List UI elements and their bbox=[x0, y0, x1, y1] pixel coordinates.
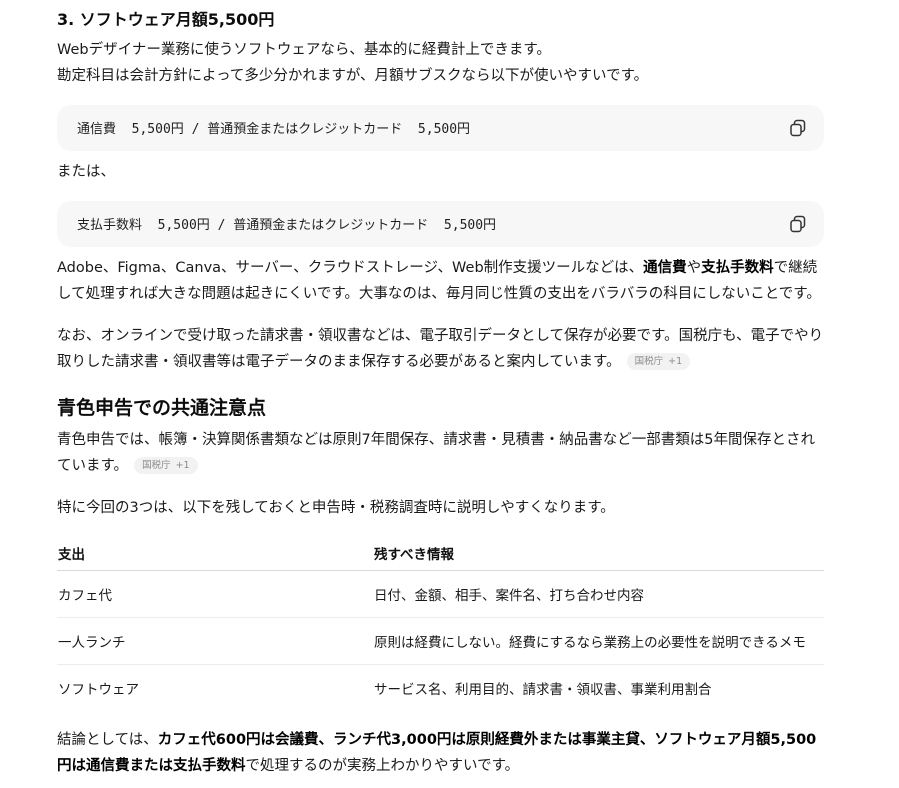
text-span: 結論としては、 bbox=[57, 732, 158, 748]
text-span: Adobe、Figma、Canva、サーバー、クラウドストレージ、Web制作支援… bbox=[57, 260, 644, 276]
source-badge-count: +1 bbox=[175, 460, 190, 471]
table-header-cell: 支出 bbox=[57, 535, 373, 571]
copy-icon[interactable] bbox=[788, 214, 808, 234]
or-text: または、 bbox=[57, 164, 115, 180]
software-explanation: Adobe、Figma、Canva、サーバー、クラウドストレージ、Web制作支援… bbox=[57, 255, 824, 307]
table-cell: ソフトウェア bbox=[58, 682, 139, 698]
bold-term: 支払手数料 bbox=[701, 260, 774, 276]
retention-note: 青色申告では、帳簿・決算関係書類などは原則7年間保存、請求書・見積書・納品書など… bbox=[57, 427, 824, 479]
source-badge-count: +1 bbox=[668, 356, 683, 367]
section-heading-software: 3. ソフトウェア月額5,500円 bbox=[57, 10, 275, 29]
bottom-fade bbox=[0, 772, 899, 788]
table-header-row: 支出 残すべき情報 bbox=[57, 535, 824, 571]
code-block-journal-1: 通信費 5,500円 / 普通預金またはクレジットカード 5,500円 bbox=[57, 105, 824, 151]
source-badge-label: 国税庁 bbox=[142, 460, 171, 471]
table-cell: サービス名、利用目的、請求書・領収書、事業利用割合 bbox=[374, 682, 712, 698]
table-header-cell: 残すべき情報 bbox=[373, 535, 824, 571]
copy-icon[interactable] bbox=[788, 118, 808, 138]
table-cell: 原則は経費にしない。経費にするなら業務上の必要性を説明できるメモ bbox=[373, 617, 824, 665]
table-row: 一人ランチ 原則は経費にしない。経費にするなら業務上の必要性を説明できるメモ bbox=[57, 617, 824, 665]
source-badge-label: 国税庁 bbox=[634, 356, 664, 367]
table-row: カフェ代 日付、金額、相手、案件名、打ち合わせ内容 bbox=[57, 570, 824, 618]
code-text-2: 支払手数料 5,500円 / 普通預金またはクレジットカード 5,500円 bbox=[77, 218, 497, 233]
software-intro-line2: 勘定科目は会計方針によって多少分かれますが、月額サブスクなら以下が使いやすいです… bbox=[57, 68, 649, 84]
records-table: 支出 残すべき情報 カフェ代 日付、金額、相手、案件名、打ち合わせ内容 一人ラン… bbox=[57, 535, 824, 711]
chat-response-page: 3. ソフトウェア月額5,500円 Webデザイナー業務に使うソフトウェアなら、… bbox=[0, 0, 899, 788]
section-heading-common: 青色申告での共通注意点 bbox=[57, 397, 267, 419]
software-intro: Webデザイナー業務に使うソフトウェアなら、基本的に経費計上できます。 勘定科目… bbox=[57, 37, 824, 89]
bold-term: 通信費 bbox=[643, 260, 687, 276]
table-row: ソフトウェア サービス名、利用目的、請求書・領収書、事業利用割合 bbox=[57, 665, 824, 712]
text-span: なお、オンラインで受け取った請求書・領収書などは、電子取引データとして保存が必要… bbox=[57, 328, 824, 370]
table-cell: カフェ代 bbox=[57, 570, 373, 618]
table-cell: 一人ランチ bbox=[57, 617, 373, 665]
source-badge[interactable]: 国税庁 +1 bbox=[134, 457, 198, 474]
software-intro-line1: Webデザイナー業務に使うソフトウェアなら、基本的に経費計上できます。 bbox=[57, 42, 551, 58]
e-document-note: なお、オンラインで受け取った請求書・領収書などは、電子取引データとして保存が必要… bbox=[57, 323, 824, 375]
code-block-journal-2: 支払手数料 5,500円 / 普通預金またはクレジットカード 5,500円 bbox=[57, 201, 824, 247]
source-badge[interactable]: 国税庁 +1 bbox=[626, 353, 691, 370]
text-span: や bbox=[686, 260, 702, 276]
table-cell: 日付、金額、相手、案件名、打ち合わせ内容 bbox=[373, 570, 824, 618]
table-intro: 特に今回の3つは、以下を残しておくと申告時・税務調査時に説明しやすくなります。 bbox=[57, 500, 615, 516]
code-text-1: 通信費 5,500円 / 普通預金またはクレジットカード 5,500円 bbox=[77, 122, 471, 137]
